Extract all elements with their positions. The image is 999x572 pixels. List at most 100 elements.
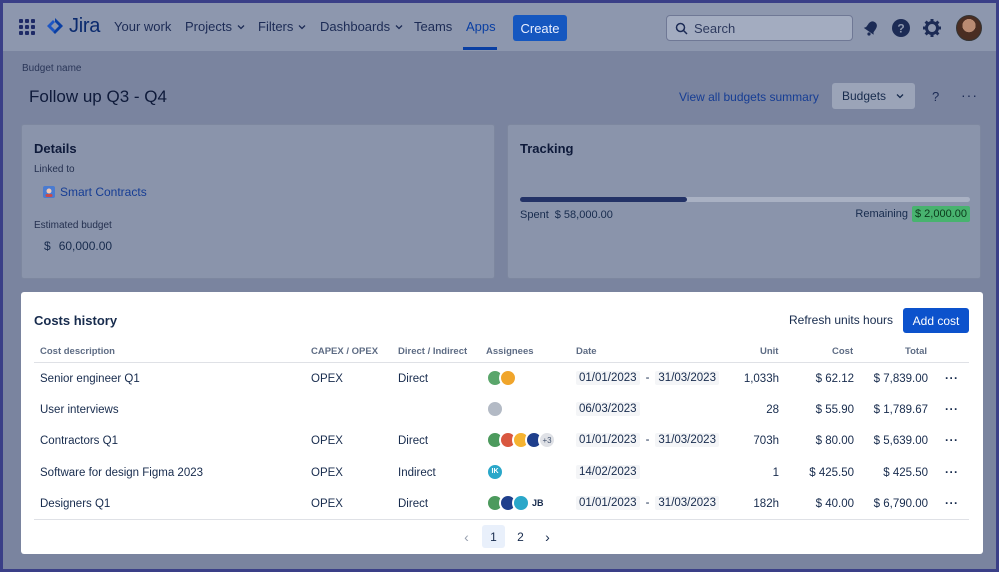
chevron-down-icon [896, 94, 904, 99]
chevron-down-icon [237, 24, 245, 29]
date-separator: - [645, 434, 650, 447]
assignee-avatar[interactable]: IK [486, 462, 504, 481]
column-header[interactable]: Date [576, 346, 597, 357]
estimated-amount: 60,000.00 [58, 239, 113, 253]
assignees[interactable] [486, 400, 504, 419]
date-to: 31/03/2023 [655, 495, 719, 510]
refresh-units-button[interactable]: Refresh units hours [789, 313, 893, 327]
jira-logo[interactable]: Jira [45, 15, 100, 38]
row-actions-button[interactable]: ··· [945, 465, 959, 479]
column-header[interactable]: Cost [832, 346, 853, 357]
column-header[interactable]: Assignees [486, 346, 534, 357]
row-actions-button[interactable]: ··· [945, 371, 959, 385]
nav-projects[interactable]: Projects [185, 19, 245, 34]
column-header[interactable]: CAPEX / OPEX [311, 346, 378, 357]
capex-opex: OPEX [311, 435, 343, 448]
nav-teams[interactable]: Teams [414, 19, 452, 34]
column-header[interactable]: Unit [760, 346, 778, 357]
table-row[interactable]: Software for design Figma 2023 OPEX Indire… [21, 458, 983, 489]
unit-value: 703h [753, 435, 779, 448]
assignee-avatar[interactable] [499, 369, 517, 387]
page-2-button[interactable]: 2 [509, 525, 532, 548]
page-title: Follow up Q3 - Q4 [29, 87, 167, 106]
more-actions-button[interactable]: ··· [961, 87, 978, 103]
assignees[interactable]: +3 [486, 431, 556, 450]
nav-dashboards[interactable]: Dashboards [320, 19, 403, 34]
budget-progress-fill [520, 197, 687, 202]
column-header[interactable]: Direct / Indirect [398, 346, 467, 357]
search-icon [675, 22, 688, 35]
settings-icon[interactable] [922, 18, 942, 38]
assignee-avatar[interactable] [512, 493, 530, 512]
jira-logo-icon [47, 17, 63, 34]
nav-your-work[interactable]: Your work [114, 19, 171, 34]
cost-description: User interviews [40, 404, 119, 417]
date-to: 31/03/2023 [655, 433, 719, 448]
assignees[interactable]: JB [486, 493, 544, 512]
total-value: $ 7,839.00 [873, 373, 928, 385]
spent-label: Spent [520, 209, 549, 221]
row-actions-button[interactable]: ··· [945, 402, 959, 416]
budget-progress-bar [520, 197, 970, 202]
chevron-down-icon [298, 24, 306, 29]
search-box[interactable] [666, 15, 853, 41]
date-range: 14/02/2023 [576, 464, 640, 479]
details-card: Details Linked to Smart Contracts Estima… [21, 124, 495, 279]
budgets-label: Budgets [842, 89, 887, 103]
assignee-avatar[interactable] [486, 400, 504, 419]
create-button[interactable]: Create [513, 15, 567, 41]
table-row[interactable]: Contractors Q1 OPEX Direct +3 01/01/2023-31/… [21, 426, 983, 457]
breadcrumb: Budget name [22, 63, 82, 74]
nav-label: Filters [258, 19, 294, 34]
table-row[interactable]: Senior engineer Q1 OPEX Direct 01/01/2023-3… [21, 364, 983, 395]
costs-history-title: Costs history [34, 313, 118, 328]
assignees[interactable] [486, 369, 517, 387]
date-separator: - [645, 372, 650, 384]
cost-value: $ 425.50 [809, 466, 854, 479]
capex-opex: OPEX [311, 466, 343, 479]
direct-indirect: Indirect [398, 466, 436, 479]
column-header[interactable]: Total [905, 346, 927, 357]
costs-history-panel: Costs history Refresh units hours Add co… [21, 292, 983, 554]
search-input[interactable] [694, 20, 844, 36]
previous-page-button[interactable]: ‹ [455, 525, 478, 548]
nav-apps[interactable]: Apps [466, 19, 496, 34]
linked-project-link[interactable]: Smart Contracts [42, 185, 147, 199]
view-all-budgets-link[interactable]: View all budgets summary [679, 90, 819, 104]
row-actions-button[interactable]: ··· [945, 496, 959, 510]
cost-value: $ 80.00 [815, 435, 854, 448]
help-icon[interactable]: ? [891, 18, 911, 38]
table-row[interactable]: User interviews 06/03/2023 28 $ 55.90 $ 1,78… [21, 395, 983, 426]
page-1-button[interactable]: 1 [482, 525, 505, 548]
next-page-button[interactable]: › [536, 525, 559, 548]
date-separator: - [645, 496, 650, 509]
tracking-card: Tracking Spent $ 58,000.00 Remaining $ 2… [507, 124, 981, 279]
date-range: 01/01/2023-31/03/2023 [576, 433, 719, 448]
more-assignees-badge[interactable]: +3 [538, 431, 556, 450]
header-divider [34, 362, 969, 363]
help-button[interactable]: ? [932, 89, 939, 104]
remaining-badge: $ 2,000.00 [912, 206, 970, 222]
nav-label: Apps [466, 19, 496, 34]
column-header[interactable]: Cost description [40, 346, 115, 357]
nav-filters[interactable]: Filters [258, 19, 306, 34]
logo-text: Jira [69, 15, 101, 37]
budgets-dropdown[interactable]: Budgets [832, 83, 915, 109]
unit-value: 28 [766, 404, 779, 417]
notifications-icon[interactable] [861, 18, 881, 38]
remaining-label: Remaining [855, 208, 908, 220]
pagination: ‹ 1 2 › [455, 525, 559, 548]
add-cost-button[interactable]: Add cost [903, 308, 969, 333]
estimated-budget-label: Estimated budget [34, 220, 112, 231]
row-actions-button[interactable]: ··· [945, 433, 959, 447]
unit-value: 182h [753, 497, 779, 510]
assignees[interactable]: IK [486, 462, 504, 481]
user-avatar[interactable] [956, 15, 982, 41]
direct-indirect: Direct [398, 435, 429, 448]
cost-value: $ 62.12 [815, 373, 854, 385]
table-row[interactable]: Designers Q1 OPEX Direct JB 01/01/2023-31/03… [21, 489, 983, 520]
app-switcher-icon[interactable] [19, 19, 35, 35]
direct-indirect: Direct [398, 497, 429, 510]
date-from: 14/02/2023 [576, 464, 640, 479]
cost-description: Designers Q1 [40, 497, 111, 510]
